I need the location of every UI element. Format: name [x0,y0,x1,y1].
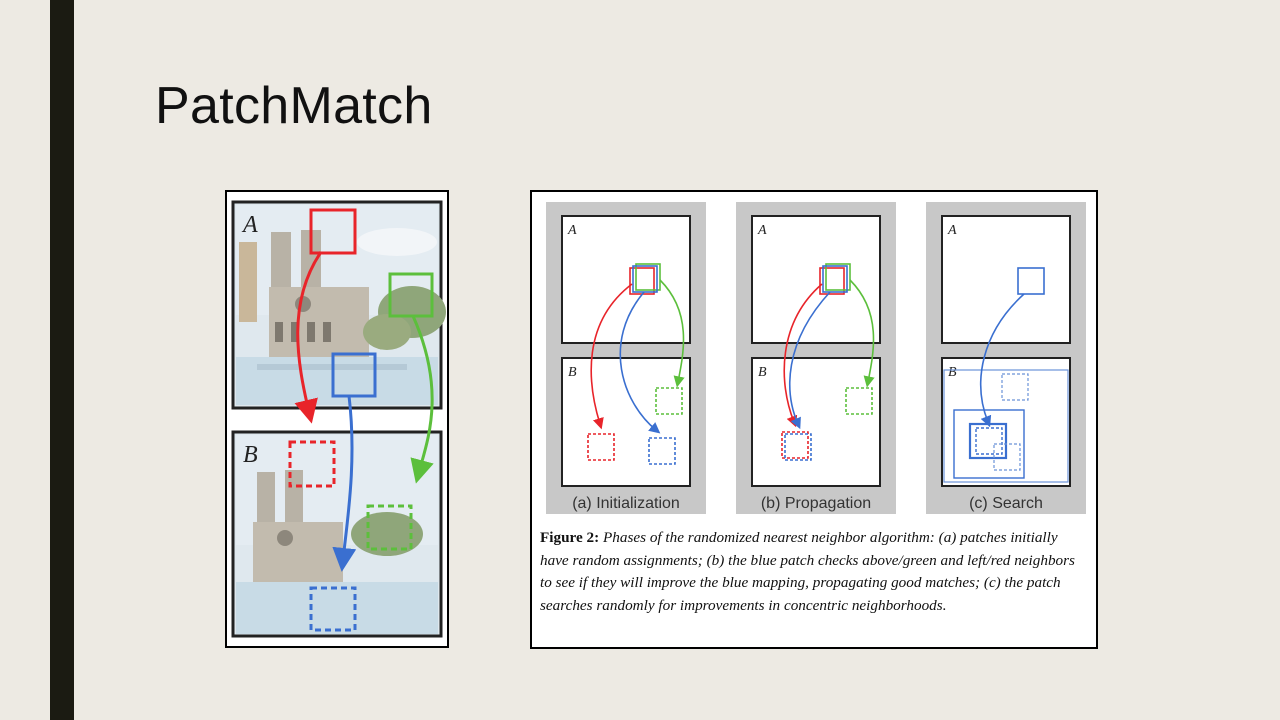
figure-caption-label: Figure 2: [540,529,600,546]
left-figure-illustration: A B [231,200,446,638]
panel-search: A B (c) Search [926,202,1086,514]
figure-caption: Figure 2: Phases of the randomized neare… [540,527,1090,617]
image-panel-b: B [231,430,443,638]
slide-title: PatchMatch [155,77,433,135]
panel-b-label-b: B [758,365,767,380]
accent-bar [50,0,74,720]
panel-a-label-a: A [567,223,577,238]
panel-a-label-b: B [568,365,577,380]
panel-propagation: A B (b) Propagation [736,202,896,514]
caption-initialization: (a) Initialization [572,495,680,512]
caption-search: (c) Search [969,495,1043,512]
image-panel-a: A [231,200,446,410]
caption-propagation: (b) Propagation [761,495,871,512]
panel-b-label: B [243,442,258,468]
panel-a-label: A [241,212,258,238]
figure-caption-text: Phases of the randomized nearest neighbo… [540,529,1075,614]
panel-b-label-a: A [757,223,767,238]
right-figure: A B (a) Initialization A B (b) Propagati… [530,190,1098,649]
algorithm-diagram: A B (a) Initialization A B (b) Propagati… [546,202,1086,514]
panel-c-label-a: A [947,223,957,238]
panel-initialization: A B (a) Initialization [546,202,706,514]
left-figure: A B [225,190,449,648]
panel-c-label-b: B [948,365,957,380]
